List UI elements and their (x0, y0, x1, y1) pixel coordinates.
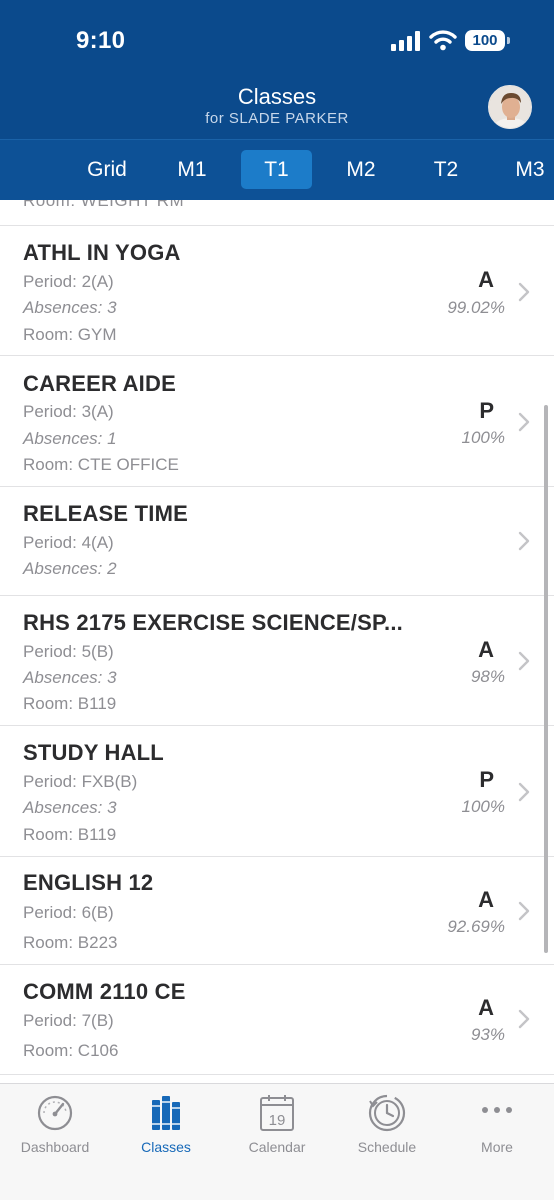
list-item-partial[interactable]: Room: WEIGHT RM (0, 200, 554, 226)
tab-grid[interactable]: Grid (72, 150, 142, 189)
class-name: CAREER AIDE (23, 371, 176, 396)
tab-m2[interactable]: M2 (326, 150, 396, 189)
class-period: Period: 6(B) (23, 903, 114, 922)
class-percent: 93% (470, 1025, 505, 1044)
page-subtitle: for SLADE PARKER (205, 110, 349, 127)
class-room: Room: GYM (23, 325, 117, 344)
nav-label: Calendar (248, 1139, 306, 1155)
class-grade: A (478, 887, 494, 912)
calendar-icon: 19 (260, 1095, 294, 1131)
chevron-right-icon (518, 282, 530, 302)
page-title: Classes (237, 84, 317, 109)
class-room: Room: B223 (23, 933, 118, 952)
class-row[interactable]: STUDY HALL Period: FXB(B) Absences: 3 Ro… (0, 726, 554, 857)
bottom-tab-bar: Dashboard Classes 19 Calendar Schedule M… (0, 1083, 554, 1200)
class-row[interactable]: COMM 2110 CE Period: 7(B) Room: C106 A 9… (0, 965, 554, 1075)
class-grade: A (478, 637, 494, 662)
tab-t2[interactable]: T2 (411, 150, 481, 189)
class-absences: Absences: 3 (23, 298, 117, 317)
tab-m1[interactable]: M1 (157, 150, 227, 189)
nav-more[interactable]: More (442, 1092, 552, 1155)
class-row[interactable]: RELEASE TIME Period: 4(A) Absences: 2 (0, 487, 554, 596)
class-room: Room: B119 (23, 825, 117, 844)
chevron-right-icon (518, 651, 530, 671)
cellular-signal-icon (391, 30, 420, 51)
class-room: Room: C106 (23, 1041, 119, 1060)
class-list[interactable]: Room: WEIGHT RM ATHL IN YOGA Period: 2(A… (0, 200, 554, 1083)
class-percent: 99.02% (447, 298, 505, 317)
chevron-right-icon (518, 901, 530, 921)
status-time: 9:10 (76, 27, 126, 54)
tab-t1[interactable]: T1 (241, 150, 312, 189)
class-name: STUDY HALL (23, 740, 164, 765)
wifi-icon (429, 30, 457, 51)
class-room: Room: WEIGHT RM (23, 200, 185, 210)
class-period: Period: FXB(B) (23, 772, 138, 791)
nav-calendar[interactable]: 19 Calendar (222, 1092, 332, 1155)
class-name: ENGLISH 12 (23, 870, 154, 895)
app-header: 9:10 100 Classes for SLADE PARKER Grid M… (0, 0, 554, 200)
class-name: ATHL IN YOGA (23, 240, 181, 265)
nav-classes[interactable]: Classes (111, 1092, 221, 1155)
battery-level: 100 (465, 30, 505, 51)
chevron-right-icon (518, 531, 530, 551)
nav-label: Schedule (357, 1139, 417, 1155)
class-period: Period: 5(B) (23, 642, 114, 661)
class-percent: 92.69% (447, 917, 505, 936)
class-percent: 100% (461, 428, 505, 447)
battery-icon: 100 (465, 30, 510, 51)
nav-dashboard[interactable]: Dashboard (0, 1092, 110, 1155)
class-grade: P (479, 767, 494, 792)
class-period: Period: 7(B) (23, 1011, 114, 1030)
nav-label: Dashboard (20, 1139, 90, 1155)
gauge-icon (37, 1095, 73, 1131)
class-period: Period: 4(A) (23, 533, 114, 552)
class-name: COMM 2110 CE (23, 979, 186, 1004)
class-row[interactable]: ENGLISH 12 Period: 6(B) Room: B223 A 92.… (0, 857, 554, 965)
term-tabs: Grid M1 T1 M2 T2 M3 (0, 139, 554, 200)
class-absences: Absences: 1 (23, 429, 117, 448)
books-icon (152, 1096, 180, 1130)
class-grade: A (478, 267, 494, 292)
chevron-right-icon (518, 782, 530, 802)
chevron-right-icon (518, 1009, 530, 1029)
class-grade: P (479, 398, 494, 423)
class-room: Room: CTE OFFICE (23, 455, 179, 474)
class-name: RHS 2175 EXERCISE SCIENCE/SP... (23, 610, 403, 635)
ellipsis-icon (482, 1107, 512, 1113)
title-bar: Classes for SLADE PARKER (0, 84, 554, 128)
class-absences: Absences: 3 (23, 668, 117, 687)
class-absences: Absences: 2 (23, 559, 117, 578)
class-row[interactable]: RHS 2175 EXERCISE SCIENCE/SP... Period: … (0, 596, 554, 726)
class-row[interactable]: ATHL IN YOGA Period: 2(A) Absences: 3 Ro… (0, 226, 554, 356)
class-name: RELEASE TIME (23, 501, 188, 526)
avatar[interactable] (488, 85, 532, 129)
avatar-photo (489, 86, 531, 128)
calendar-day: 19 (269, 1112, 286, 1129)
class-period: Period: 3(A) (23, 402, 114, 421)
class-percent: 100% (461, 797, 505, 816)
class-room: Room: B119 (23, 694, 117, 713)
status-bar: 9:10 100 (0, 0, 554, 80)
class-row[interactable]: CAREER AIDE Period: 3(A) Absences: 1 Roo… (0, 356, 554, 487)
nav-label: More (481, 1139, 513, 1155)
class-absences: Absences: 3 (23, 798, 117, 817)
class-period: Period: 2(A) (23, 272, 114, 291)
class-grade: A (478, 995, 494, 1020)
nav-schedule[interactable]: Schedule (332, 1092, 442, 1155)
tab-m3[interactable]: M3 (495, 150, 554, 189)
clock-history-icon (368, 1094, 406, 1132)
class-percent: 98% (470, 667, 505, 686)
chevron-right-icon (518, 412, 530, 432)
scrollbar[interactable] (544, 405, 548, 953)
status-icons: 100 (391, 30, 510, 51)
nav-label: Classes (141, 1139, 191, 1155)
